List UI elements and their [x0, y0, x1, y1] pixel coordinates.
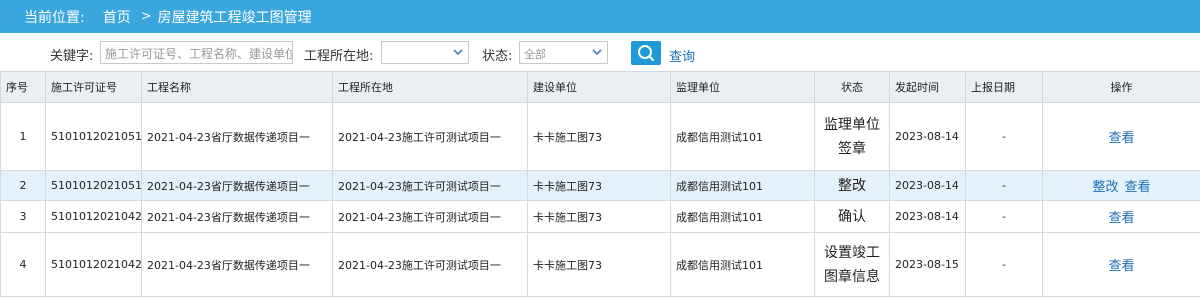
- row-actions: 整改 查看: [1042, 170, 1200, 201]
- chevron-down-icon: [592, 49, 602, 56]
- row-report: -: [965, 102, 1043, 171]
- table-row[interactable]: 2 510101202105160101 2021-04-23省厅数据传递项目一…: [0, 170, 1200, 201]
- row-status: 整改: [814, 170, 890, 201]
- row-actions: 查看: [1042, 200, 1200, 233]
- search-icon: [638, 45, 655, 62]
- breadcrumb-label: 当前位置:: [24, 9, 85, 26]
- header-permit: 施工许可证号: [45, 71, 142, 103]
- row-permit: 510101202105110101: [45, 102, 142, 171]
- row-location: 2021-04-23施工许可测试项目一: [332, 200, 528, 233]
- view-link[interactable]: 查看: [1125, 180, 1151, 195]
- table-row[interactable]: 1 510101202105110101 2021-04-23省厅数据传递项目一…: [0, 102, 1200, 171]
- status-select-value: 全部: [524, 48, 546, 61]
- row-name: 2021-04-23省厅数据传递项目一: [141, 200, 333, 233]
- row-start: 2023-08-14: [889, 102, 966, 171]
- keyword-input[interactable]: 施工许可证号、工程名称、建设单位: [100, 41, 293, 64]
- row-no: 3: [0, 200, 46, 233]
- filter-bar: 关键字: 施工许可证号、工程名称、建设单位 工程所在地: 状态: 全部 查询: [0, 33, 1200, 71]
- status-label: 状态:: [482, 49, 513, 64]
- header-report: 上报日期: [965, 71, 1043, 103]
- row-report: -: [965, 232, 1043, 297]
- view-link[interactable]: 查看: [1108, 131, 1134, 146]
- query-link[interactable]: 查询: [669, 46, 695, 65]
- row-permit: 510101202104290201: [45, 200, 142, 233]
- breadcrumb-current: 房屋建筑工程竣工图管理: [157, 9, 312, 26]
- row-supervisor: 成都信用测试101: [670, 200, 815, 233]
- row-supervisor: 成都信用测试101: [670, 170, 815, 201]
- location-label: 工程所在地:: [304, 49, 374, 64]
- row-report: -: [965, 170, 1043, 201]
- search-button[interactable]: [631, 41, 661, 65]
- location-select[interactable]: [381, 41, 469, 64]
- row-status: 监理单位签章: [814, 102, 890, 171]
- row-status: 设置竣工图章信息: [814, 232, 890, 297]
- row-location: 2021-04-23施工许可测试项目一: [332, 102, 528, 171]
- row-name: 2021-04-23省厅数据传递项目一: [141, 170, 333, 201]
- row-builder: 卡卡施工图73: [527, 102, 671, 171]
- header-actions: 操作: [1042, 71, 1200, 103]
- header-status: 状态: [814, 71, 890, 103]
- row-builder: 卡卡施工图73: [527, 232, 671, 297]
- row-start: 2023-08-15: [889, 232, 966, 297]
- chevron-right-icon: >: [140, 9, 152, 24]
- chevron-down-icon: [453, 49, 463, 56]
- header-name: 工程名称: [141, 71, 333, 103]
- row-supervisor: 成都信用测试101: [670, 102, 815, 171]
- header-builder: 建设单位: [527, 71, 671, 103]
- row-no: 4: [0, 232, 46, 297]
- row-actions: 查看: [1042, 232, 1200, 297]
- row-report: -: [965, 200, 1043, 233]
- header-location: 工程所在地: [332, 71, 528, 103]
- row-permit: 510101202104250201: [45, 232, 142, 297]
- view-link[interactable]: 查看: [1108, 211, 1134, 226]
- breadcrumb-bar: 当前位置: 首页 > 房屋建筑工程竣工图管理: [0, 0, 1200, 33]
- table-row[interactable]: 4 510101202104250201 2021-04-23省厅数据传递项目一…: [0, 232, 1200, 297]
- keyword-label: 关键字:: [50, 49, 94, 64]
- row-name: 2021-04-23省厅数据传递项目一: [141, 232, 333, 297]
- breadcrumb-home-link[interactable]: 首页: [103, 7, 131, 27]
- row-no: 1: [0, 102, 46, 171]
- drawing-table: 序号 施工许可证号 工程名称 工程所在地 建设单位 监理单位 状态 发起时间 上…: [0, 71, 1200, 297]
- row-start: 2023-08-14: [889, 200, 966, 233]
- row-actions: 查看: [1042, 102, 1200, 171]
- table-row[interactable]: 3 510101202104290201 2021-04-23省厅数据传递项目一…: [0, 200, 1200, 233]
- row-permit: 510101202105160101: [45, 170, 142, 201]
- row-name: 2021-04-23省厅数据传递项目一: [141, 102, 333, 171]
- view-link[interactable]: 查看: [1108, 259, 1134, 274]
- table-header: 序号 施工许可证号 工程名称 工程所在地 建设单位 监理单位 状态 发起时间 上…: [0, 71, 1200, 103]
- row-supervisor: 成都信用测试101: [670, 232, 815, 297]
- header-no: 序号: [0, 71, 46, 103]
- row-location: 2021-04-23施工许可测试项目一: [332, 170, 528, 201]
- row-builder: 卡卡施工图73: [527, 200, 671, 233]
- status-select[interactable]: 全部: [519, 41, 608, 64]
- row-status: 确认: [814, 200, 890, 233]
- rectify-link[interactable]: 整改: [1092, 180, 1118, 195]
- row-builder: 卡卡施工图73: [527, 170, 671, 201]
- row-location: 2021-04-23施工许可测试项目一: [332, 232, 528, 297]
- row-start: 2023-08-14: [889, 170, 966, 201]
- header-start: 发起时间: [889, 71, 966, 103]
- row-no: 2: [0, 170, 46, 201]
- header-supervisor: 监理单位: [670, 71, 815, 103]
